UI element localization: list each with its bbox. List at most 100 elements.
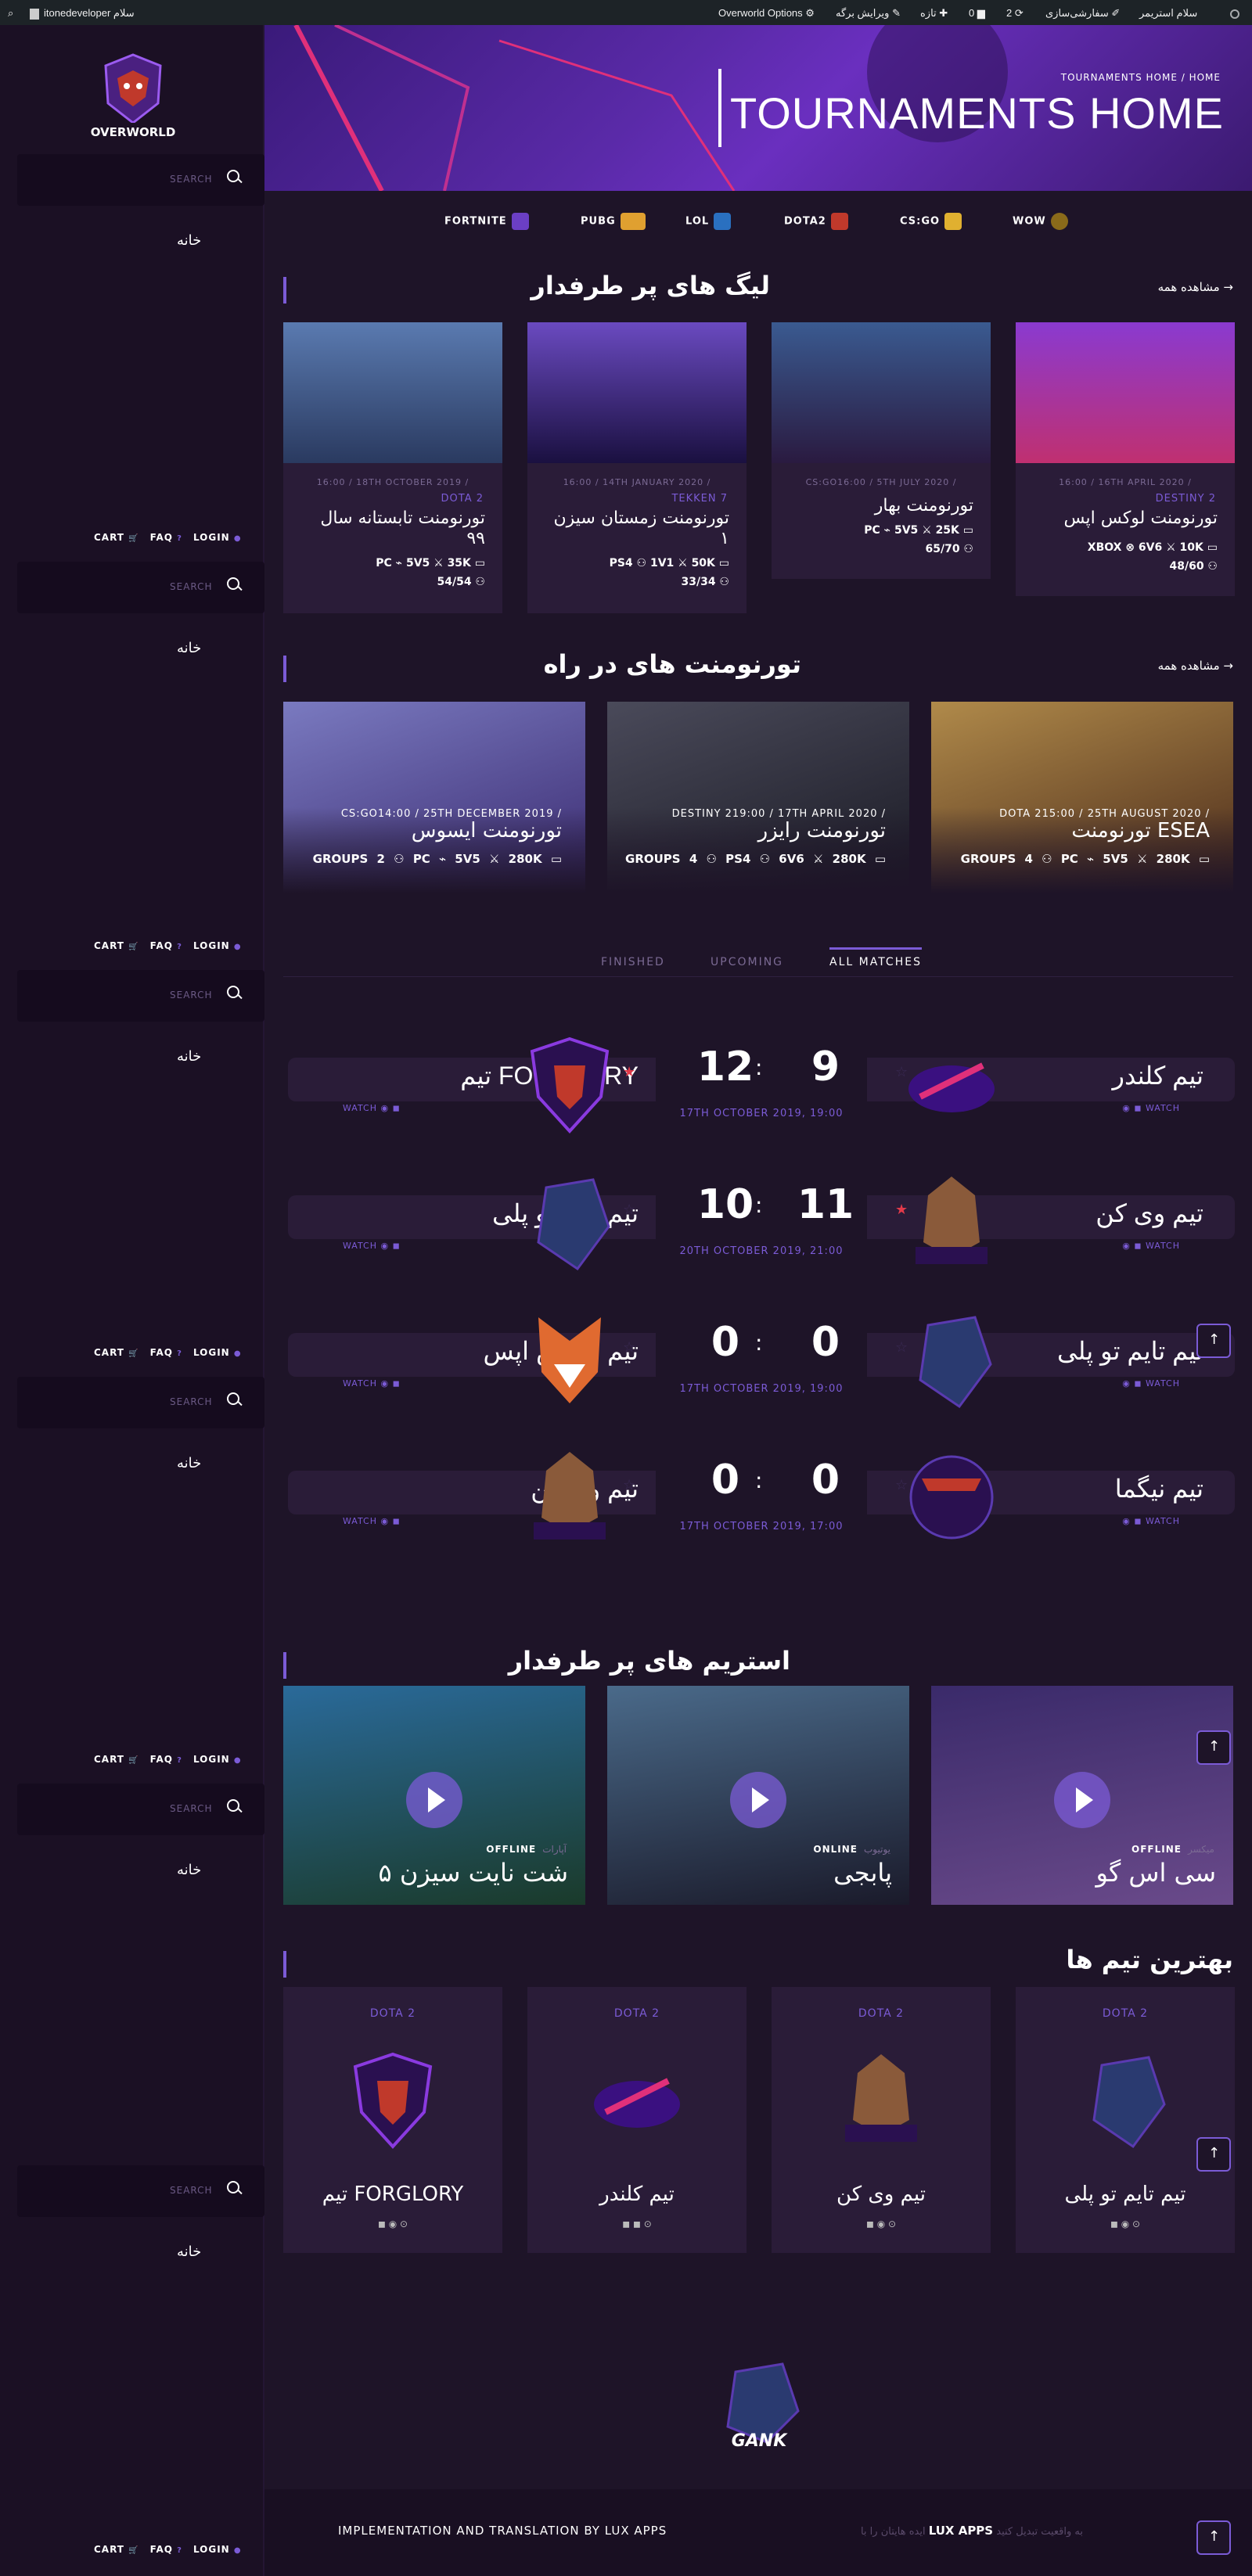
breadcrumb[interactable]: TOURNAMENTS HOME / HOME — [1061, 72, 1221, 83]
faq-link[interactable]: FAQ ? — [150, 1347, 182, 1358]
match-row[interactable]: تیم FORGLORY تیم کلندر WATCH ◉ ◼ ◉ ◼ WAT… — [288, 1034, 1235, 1151]
favorite-star-icon[interactable]: ☆ — [895, 1339, 908, 1356]
watch-link[interactable]: WATCH ◉ ◼ — [343, 1103, 401, 1113]
upcoming-see-all[interactable]: مشاهده همه → — [1158, 659, 1233, 673]
sidebar-search[interactable]: SEARCH — [17, 154, 264, 206]
team-right-name[interactable]: تیم نیگما — [1115, 1474, 1203, 1504]
account-link[interactable]: سلام استریمر — [1139, 7, 1197, 20]
faq-link[interactable]: FAQ ? — [150, 940, 182, 951]
play-icon[interactable] — [406, 1772, 462, 1828]
team-card[interactable]: DOTA 2 تیم تایم تو پلی ◼ ◉ ⊙ — [1016, 1987, 1235, 2253]
team-card[interactable]: DOTA 2 تیم FORGLORY ◼ ◉ ⊙ — [283, 1987, 502, 2253]
leagues-see-all[interactable]: مشاهده همه → — [1158, 280, 1233, 294]
stream-card[interactable]: ONLINE یوتیوب پابجی — [607, 1686, 909, 1905]
footer-brand[interactable]: LUX APPS — [929, 2524, 993, 2538]
watch-link[interactable]: WATCH ◉ ◼ — [343, 1241, 401, 1251]
faq-link[interactable]: FAQ ? — [150, 2544, 182, 2555]
watch-link[interactable]: WATCH ◉ ◼ — [343, 1516, 401, 1526]
back-to-top-button[interactable] — [1196, 2520, 1231, 2555]
nav-home[interactable]: خانه — [177, 1455, 201, 1471]
sidebar-search[interactable]: SEARCH — [17, 1377, 264, 1428]
match-row[interactable]: تیم لوکس اپس تیم تایم تو پلی WATCH ◉ ◼ ◉… — [288, 1310, 1235, 1427]
favorite-star-icon[interactable]: ☆ — [623, 1477, 635, 1493]
league-card[interactable]: 16:00 / 14TH JANUARY 2020 / TEKKEN 7 تور… — [527, 322, 747, 613]
watch-link[interactable]: ◉ ◼ WATCH — [1122, 1516, 1180, 1526]
game-filter-dota2[interactable]: DOTA2 — [784, 213, 848, 230]
favorite-star-icon[interactable]: ★ — [623, 1064, 635, 1080]
nav-home[interactable]: خانه — [177, 232, 201, 249]
play-icon[interactable] — [730, 1772, 786, 1828]
team-right-name[interactable]: تیم وی کن — [1096, 1198, 1203, 1228]
watch-link[interactable]: WATCH ◉ ◼ — [343, 1378, 401, 1389]
nav-home[interactable]: خانه — [177, 640, 201, 656]
new-link[interactable]: تازه ✚ — [920, 7, 948, 20]
search-icon[interactable] — [227, 2181, 239, 2193]
tab-upcoming[interactable]: UPCOMING — [711, 956, 783, 973]
team-right-name[interactable]: تیم کلندر — [1113, 1061, 1203, 1090]
updates-link[interactable]: 2 ⟳ — [1006, 7, 1024, 20]
sidebar-search[interactable]: SEARCH — [17, 2165, 264, 2217]
cart-link[interactable]: CART 🛒 — [94, 532, 139, 543]
team-card[interactable]: DOTA 2 تیم کلندر ◼ ◼ ⊙ — [527, 1987, 747, 2253]
watch-link[interactable]: ◉ ◼ WATCH — [1122, 1103, 1180, 1113]
login-link[interactable]: LOGIN ● — [193, 940, 242, 951]
stream-card[interactable]: OFFLINE میکسر سی اس گو — [931, 1686, 1233, 1905]
game-filter-fortnite[interactable]: FORTNITE — [444, 213, 529, 230]
match-row[interactable]: تیم وی کن تیم نیگما WATCH ◉ ◼ ◉ ◼ WATCH … — [288, 1447, 1235, 1565]
league-card[interactable]: 16:00 / 18TH OCTOBER 2019 / DOTA 2 تورنو… — [283, 322, 502, 613]
faq-link[interactable]: FAQ ? — [150, 1754, 182, 1765]
cart-link[interactable]: CART 🛒 — [94, 2544, 139, 2555]
watch-link[interactable]: ◉ ◼ WATCH — [1122, 1241, 1180, 1251]
cart-link[interactable]: CART 🛒 — [94, 1754, 139, 1765]
search-icon[interactable] — [227, 1392, 239, 1405]
back-to-top-button[interactable] — [1196, 1324, 1231, 1358]
search-icon[interactable] — [227, 986, 239, 998]
nav-home[interactable]: خانه — [177, 2244, 201, 2260]
stream-card[interactable]: OFFLINE آپارات شت نایت سیزن ۵ — [283, 1686, 585, 1905]
nav-home[interactable]: خانه — [177, 1048, 201, 1065]
favorite-star-icon[interactable]: ☆ — [895, 1064, 908, 1080]
customize-link[interactable]: سفارشی‌سازی ✐ — [1045, 7, 1120, 20]
team-card[interactable]: DOTA 2 تیم وی کن ◼ ◉ ⊙ — [772, 1987, 991, 2253]
nav-home[interactable]: خانه — [177, 1862, 201, 1878]
overworld-options-link[interactable]: Overworld Options ⚙ — [718, 7, 815, 20]
league-card[interactable]: 16:00 / 16TH APRIL 2020 / DESTINY 2 تورن… — [1016, 322, 1235, 596]
upcoming-card[interactable]: DESTINY 219:00 / 17TH APRIL 2020 / تورنو… — [607, 702, 909, 893]
search-icon[interactable] — [227, 1799, 239, 1812]
favorite-star-icon[interactable]: ☆ — [623, 1202, 635, 1218]
cart-link[interactable]: CART 🛒 — [94, 940, 139, 951]
search-icon[interactable] — [227, 577, 239, 590]
faq-link[interactable]: FAQ ? — [150, 532, 182, 543]
wordpress-icon[interactable] — [1230, 7, 1239, 19]
search-icon[interactable]: ⌕ — [8, 7, 13, 20]
comments-link[interactable]: 0 ▆ — [969, 7, 985, 20]
tab-all-matches[interactable]: ALL MATCHES — [829, 947, 922, 973]
team-right-name[interactable]: تیم تایم تو پلی — [1057, 1336, 1203, 1366]
login-link[interactable]: LOGIN ● — [193, 2544, 242, 2555]
play-icon[interactable] — [1054, 1772, 1110, 1828]
login-link[interactable]: LOGIN ● — [193, 1347, 242, 1358]
game-filter-csgo[interactable]: CS:GO — [900, 213, 962, 230]
game-filter-wow[interactable]: WOW — [1013, 213, 1068, 230]
cart-link[interactable]: CART 🛒 — [94, 1347, 139, 1358]
edit-page-link[interactable]: ویرایش برگه ✎ — [836, 7, 901, 20]
site-name-link[interactable]: itonedeveloper سلام — [30, 7, 135, 20]
favorite-star-icon[interactable]: ☆ — [623, 1339, 635, 1356]
league-card[interactable]: CS:GO16:00 / 5TH JULY 2020 / تورنومنت به… — [772, 322, 991, 579]
login-link[interactable]: LOGIN ● — [193, 1754, 242, 1765]
game-filter-pubg[interactable]: PUBG — [581, 213, 646, 230]
sidebar-search[interactable]: SEARCH — [17, 970, 264, 1022]
gank-logo[interactable]: GANK — [712, 2356, 806, 2458]
match-row[interactable]: تیم تایم تو پلی تیم وی کن WATCH ◉ ◼ ◉ ◼ … — [288, 1172, 1235, 1289]
upcoming-card[interactable]: DOTA 215:00 / 25TH AUGUST 2020 / تورنومن… — [931, 702, 1233, 893]
sidebar-search[interactable]: SEARCH — [17, 562, 264, 613]
overworld-logo[interactable]: OVERWORLD — [86, 49, 180, 150]
upcoming-card[interactable]: CS:GO14:00 / 25TH DECEMBER 2019 / تورنوم… — [283, 702, 585, 893]
sidebar-search[interactable]: SEARCH — [17, 1784, 264, 1835]
favorite-star-icon[interactable]: ☆ — [895, 1477, 908, 1493]
tab-finished[interactable]: FINISHED — [601, 956, 665, 973]
back-to-top-button[interactable] — [1196, 2137, 1231, 2172]
search-icon[interactable] — [227, 170, 239, 182]
game-filter-lol[interactable]: LOL — [685, 213, 732, 230]
watch-link[interactable]: ◉ ◼ WATCH — [1122, 1378, 1180, 1389]
